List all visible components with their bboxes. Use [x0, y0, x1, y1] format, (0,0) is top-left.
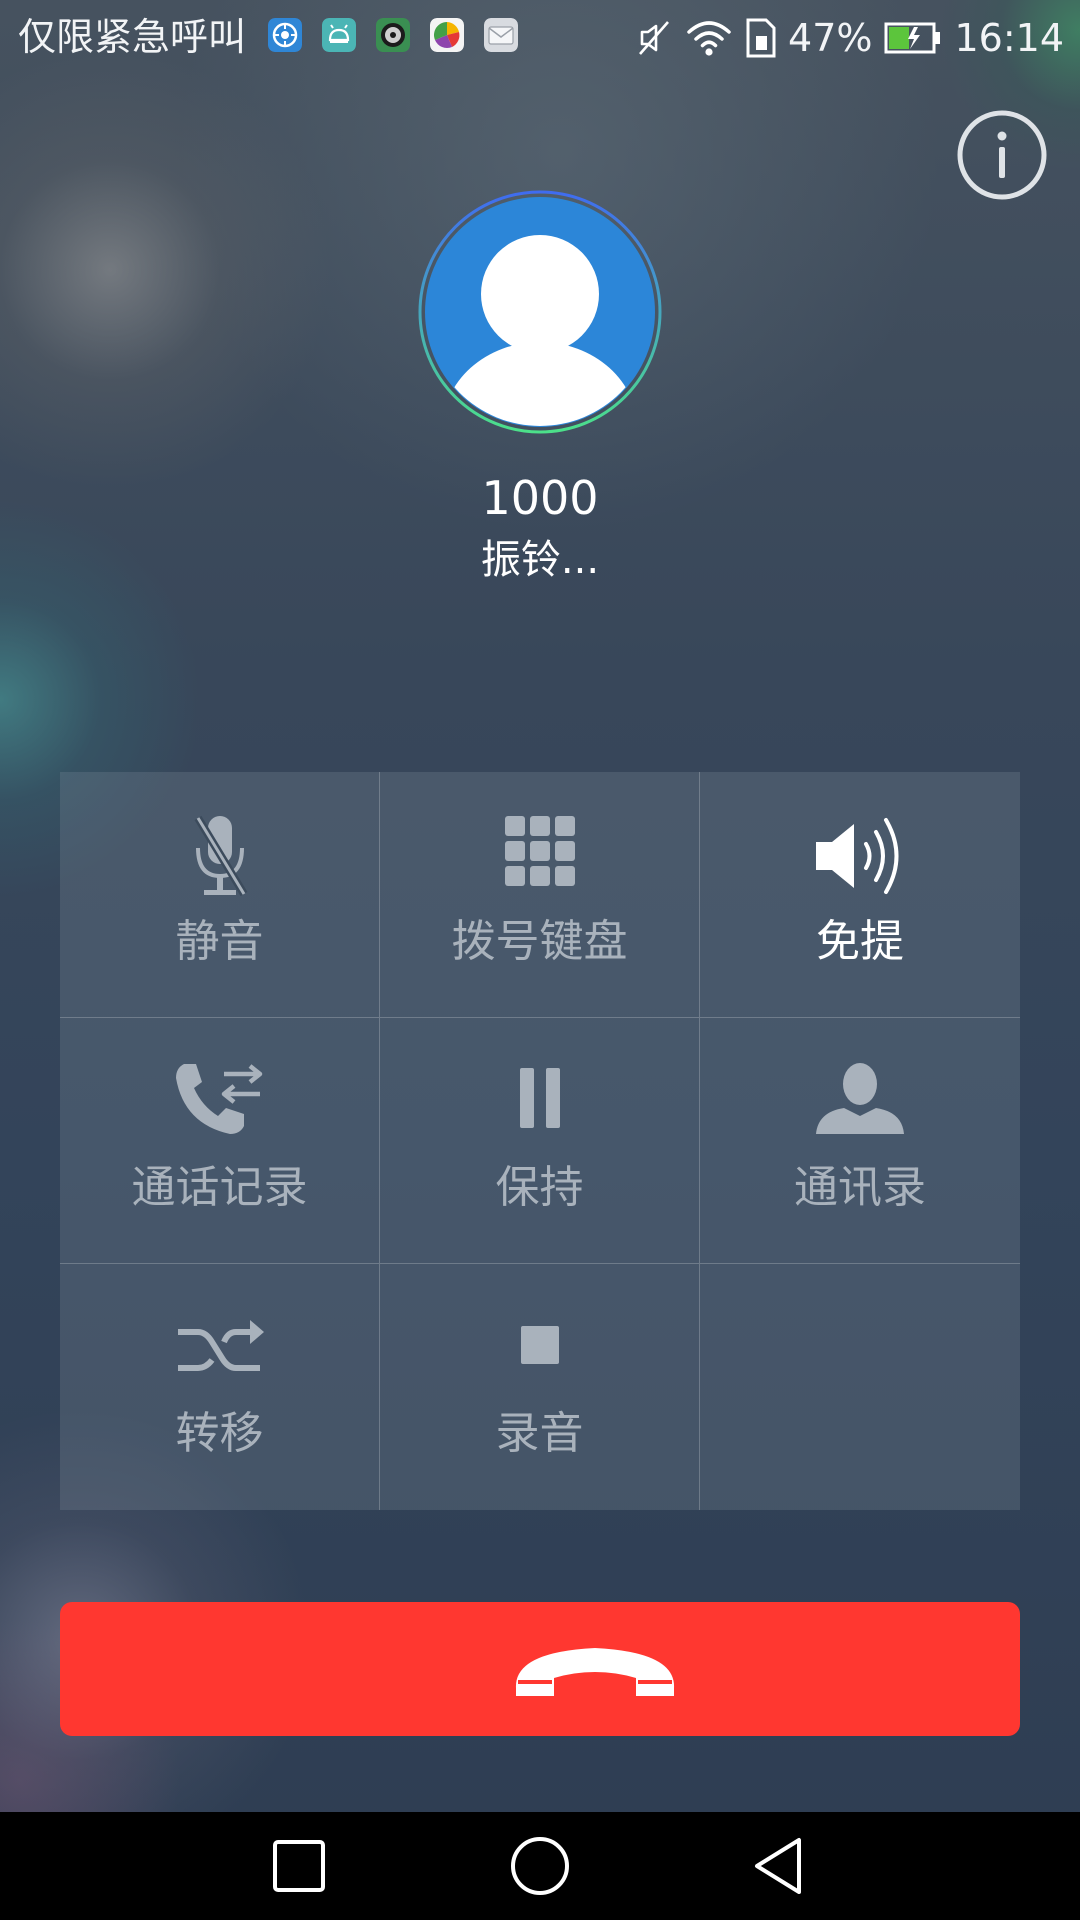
app-notification-icon-1 [268, 18, 302, 52]
android-icon [322, 18, 356, 52]
control-label: 转移 [175, 1408, 264, 1459]
pause-icon [520, 1068, 560, 1128]
speaker-icon [816, 818, 899, 894]
call-log-button[interactable]: 通话记录 [60, 1018, 380, 1264]
wifi-icon [687, 21, 731, 56]
control-label: 拨号键盘 [451, 916, 628, 967]
caller-number: 1000 [481, 471, 599, 525]
call-screen: 仅限紧急呼叫 47% 16:14 1000 振铃... 静音 拨号键盘 免提 通… [0, 0, 1080, 1920]
info-icon[interactable] [956, 109, 1048, 201]
home-icon[interactable] [508, 1834, 572, 1898]
default-contact-avatar-icon [418, 190, 662, 434]
control-label: 免提 [816, 916, 904, 967]
record-stop-icon [521, 1326, 559, 1364]
microphone-muted-icon [194, 815, 248, 897]
app-notification-icon-4 [430, 18, 464, 52]
contacts-icon [816, 1063, 904, 1134]
email-icon [484, 18, 518, 52]
status-bar: 仅限紧急呼叫 47% 16:14 [0, 0, 1080, 76]
speaker-button[interactable]: 免提 [700, 772, 1020, 1018]
end-call-button[interactable] [60, 1602, 1020, 1736]
empty-control-cell [700, 1264, 1020, 1510]
battery-percent: 47% [788, 16, 873, 60]
call-control-grid: 静音 拨号键盘 免提 通话记录 保持 通讯录 转移 录音 [60, 772, 1020, 1510]
record-button[interactable]: 录音 [380, 1264, 700, 1510]
control-label: 通讯录 [794, 1162, 926, 1213]
end-call-icon [515, 1648, 675, 1696]
status-indicators: 47% 16:14 [634, 12, 1064, 64]
back-icon[interactable] [749, 1834, 813, 1898]
mute-button[interactable]: 静音 [60, 772, 380, 1018]
control-label: 录音 [495, 1408, 584, 1459]
contacts-button[interactable]: 通讯录 [700, 1018, 1020, 1264]
call-log-icon [176, 1064, 263, 1134]
sim-card-icon [746, 18, 776, 58]
navigation-bar [0, 1812, 1080, 1920]
transfer-icon [178, 1320, 264, 1371]
control-label: 通话记录 [131, 1162, 308, 1213]
clock: 16:14 [954, 16, 1064, 60]
recent-apps-icon[interactable] [267, 1834, 331, 1898]
app-notification-icon-3 [376, 18, 410, 52]
vibrate-off-icon [639, 21, 669, 55]
dialpad-button[interactable]: 拨号键盘 [380, 772, 700, 1018]
transfer-button[interactable]: 转移 [60, 1264, 380, 1510]
control-label: 静音 [175, 916, 264, 967]
call-status-text: 振铃... [480, 537, 600, 583]
carrier-status-text: 仅限紧急呼叫 [18, 15, 247, 59]
control-label: 保持 [495, 1162, 584, 1213]
battery-charging-icon [884, 22, 941, 54]
hold-button[interactable]: 保持 [380, 1018, 700, 1264]
dialpad-icon [505, 816, 575, 886]
